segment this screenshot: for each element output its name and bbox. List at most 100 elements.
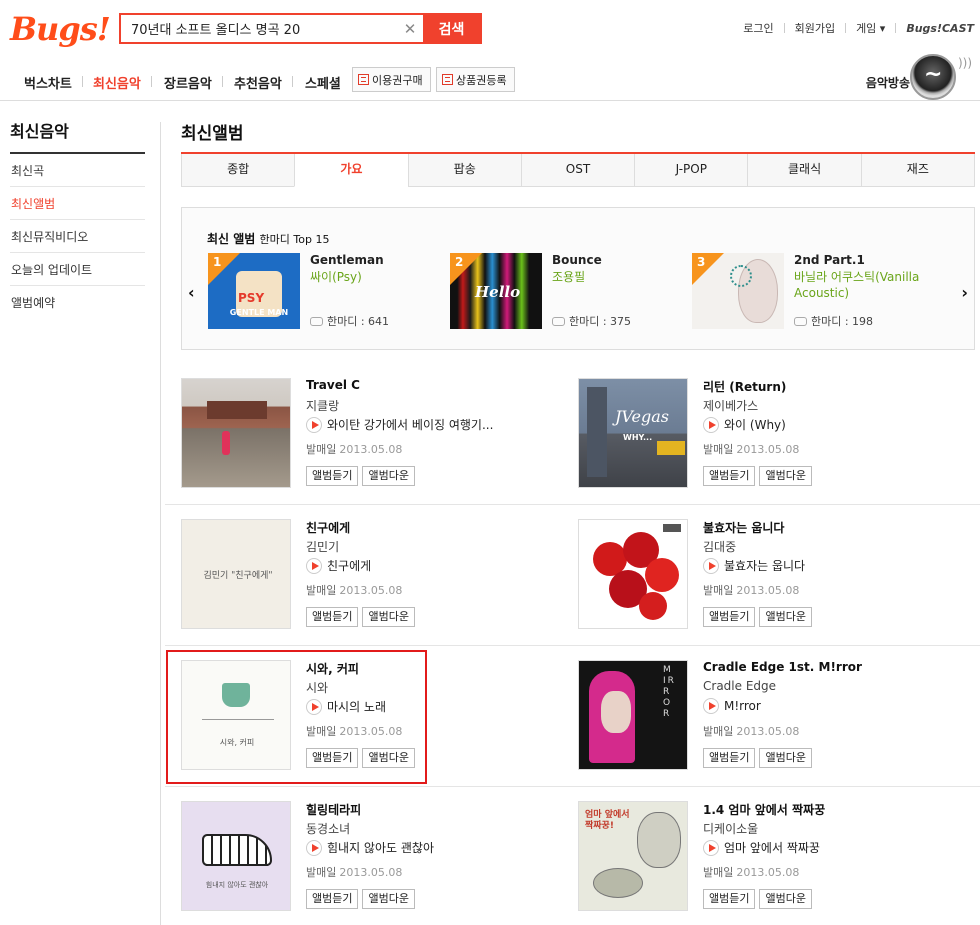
album-cover[interactable]: 힘내지 않아도 괜찮아 xyxy=(181,801,291,911)
top15-item[interactable]: 3 2nd Part.1 바닐라 어쿠스틱(Vanilla Acoustic) … xyxy=(692,253,922,329)
album-title[interactable]: Gentleman xyxy=(310,253,384,267)
tab-classical[interactable]: 클래식 xyxy=(747,154,861,187)
album-download-button[interactable]: 앨범다운 xyxy=(759,889,812,909)
album-download-button[interactable]: 앨범다운 xyxy=(759,466,812,486)
album-artist[interactable]: 동경소녀 xyxy=(306,820,350,837)
album-title[interactable]: 1.4 엄마 앞에서 짝짜꿍 xyxy=(703,801,825,818)
nav-item-new-music[interactable]: 최신음악 xyxy=(93,73,141,92)
track-title[interactable]: 친구에게 xyxy=(327,557,371,574)
top15-item[interactable]: Hello 2 Bounce 조용필 한마디 : 375 xyxy=(450,253,680,329)
album-title[interactable]: Bounce xyxy=(552,253,602,267)
buy-pass-button[interactable]: 이용권구매 xyxy=(352,67,431,92)
comment-count[interactable]: 한마디 : 375 xyxy=(552,313,631,329)
album-cover[interactable]: 김민기 "친구에게" xyxy=(181,519,291,629)
top15-item[interactable]: PSY GENTLE MAN 1 Gentleman 싸이(Psy) 한마디 :… xyxy=(208,253,438,329)
album-title[interactable]: Travel C xyxy=(306,378,360,392)
album-title[interactable]: Cradle Edge 1st. M!rror xyxy=(703,660,862,674)
album-cover[interactable]: PSY GENTLE MAN 1 xyxy=(208,253,300,329)
tab-all[interactable]: 종합 xyxy=(181,154,295,187)
album-artist[interactable]: 제이베가스 xyxy=(703,397,758,414)
search-input[interactable] xyxy=(121,15,397,42)
play-icon[interactable] xyxy=(703,416,719,433)
album-cover[interactable]: Hello 2 xyxy=(450,253,542,329)
album-download-button[interactable]: 앨범다운 xyxy=(362,889,415,909)
album-artist[interactable]: 김대중 xyxy=(703,538,736,555)
sidebar-item-today-update[interactable]: 오늘의 업데이트 xyxy=(10,253,145,286)
album-listen-button[interactable]: 앨범듣기 xyxy=(306,607,359,627)
bugscast-link[interactable]: Bugs!CAST xyxy=(906,22,974,35)
album-artist[interactable]: 김민기 xyxy=(306,538,339,555)
tab-ost[interactable]: OST xyxy=(520,154,635,187)
album-artist[interactable]: Cradle Edge xyxy=(703,679,776,693)
tab-kpop[interactable]: 가요 xyxy=(294,154,408,187)
tab-pop[interactable]: 팝송 xyxy=(407,154,521,187)
nav-item-special[interactable]: 스페셜 xyxy=(305,73,341,92)
album-listen-button[interactable]: 앨범듣기 xyxy=(703,466,756,486)
album-title[interactable]: 2nd Part.1 xyxy=(794,253,865,267)
login-link[interactable]: 로그인 xyxy=(743,20,773,36)
nav-item-genre[interactable]: 장르음악 xyxy=(164,73,212,92)
track-title[interactable]: M!rror xyxy=(724,699,761,713)
album-artist[interactable]: 바닐라 어쿠스틱(Vanilla Acoustic) xyxy=(794,269,929,301)
track-title[interactable]: 와이탄 강가에서 베이징 여행기... xyxy=(327,416,493,433)
radio-label[interactable]: 음악방송 xyxy=(866,74,910,91)
play-icon[interactable] xyxy=(703,698,719,714)
play-icon[interactable] xyxy=(306,839,322,856)
sidebar-item-new-mv[interactable]: 최신뮤직비디오 xyxy=(10,220,145,253)
track-play[interactable]: M!rror xyxy=(703,698,761,714)
track-play[interactable]: 친구에게 xyxy=(306,557,371,574)
album-cover[interactable] xyxy=(578,519,688,629)
album-download-button[interactable]: 앨범다운 xyxy=(362,466,415,486)
album-title[interactable]: 친구에게 xyxy=(306,519,350,536)
album-title[interactable]: 리턴 (Return) xyxy=(703,378,786,395)
play-icon[interactable] xyxy=(703,557,719,574)
tab-jazz[interactable]: 재즈 xyxy=(860,154,975,187)
play-icon[interactable] xyxy=(703,839,719,856)
album-listen-button[interactable]: 앨범듣기 xyxy=(703,607,756,627)
album-listen-button[interactable]: 앨범듣기 xyxy=(703,889,756,909)
album-artist[interactable]: 지클랑 xyxy=(306,397,339,414)
gift-card-button[interactable]: 상품권등록 xyxy=(436,67,515,92)
sidebar-item-new-songs[interactable]: 최신곡 xyxy=(10,154,145,187)
album-cover[interactable]: JVegas WHY... xyxy=(578,378,688,488)
signup-link[interactable]: 회원가입 xyxy=(795,20,835,36)
album-listen-button[interactable]: 앨범듣기 xyxy=(306,889,359,909)
album-listen-button[interactable]: 앨범듣기 xyxy=(306,466,359,486)
album-artist[interactable]: 싸이(Psy) xyxy=(310,269,445,285)
sidebar-item-new-albums[interactable]: 최신앨범 xyxy=(10,187,145,220)
track-title[interactable]: 불효자는 웁니다 xyxy=(724,557,805,574)
track-title[interactable]: 와이 (Why) xyxy=(724,416,786,433)
album-cover[interactable]: 엄마 앞에서 짝짜꿍! xyxy=(578,801,688,911)
track-play[interactable]: 엄마 앞에서 짝짜꿍 xyxy=(703,839,820,856)
radio-icon[interactable] xyxy=(910,54,956,100)
track-play[interactable]: 와이탄 강가에서 베이징 여행기... xyxy=(306,416,493,433)
album-listen-button[interactable]: 앨범듣기 xyxy=(703,748,756,768)
album-cover[interactable]: MIRROR xyxy=(578,660,688,770)
sidebar-item-album-reserve[interactable]: 앨범예약 xyxy=(10,286,145,318)
album-download-button[interactable]: 앨범다운 xyxy=(362,607,415,627)
play-icon[interactable] xyxy=(306,416,322,433)
album-download-button[interactable]: 앨범다운 xyxy=(759,748,812,768)
track-play[interactable]: 와이 (Why) xyxy=(703,416,786,433)
track-play[interactable]: 힘내지 않아도 괜찮아 xyxy=(306,839,434,856)
track-play[interactable]: 불효자는 웁니다 xyxy=(703,557,805,574)
album-download-button[interactable]: 앨범다운 xyxy=(759,607,812,627)
nav-item-chart[interactable]: 벅스차트 xyxy=(24,73,72,92)
album-artist[interactable]: 디케이소울 xyxy=(703,820,758,837)
track-title[interactable]: 힘내지 않아도 괜찮아 xyxy=(327,839,434,856)
album-artist[interactable]: 조용필 xyxy=(552,269,687,285)
nav-item-recommend[interactable]: 추천음악 xyxy=(234,73,282,92)
carousel-prev-icon[interactable]: ‹ xyxy=(188,283,195,302)
track-title[interactable]: 엄마 앞에서 짝짜꿍 xyxy=(724,839,820,856)
search-button[interactable]: 검색 xyxy=(423,15,480,42)
album-title[interactable]: 힐링테라피 xyxy=(306,801,361,818)
carousel-next-icon[interactable]: › xyxy=(961,283,968,302)
clear-icon[interactable]: ✕ xyxy=(397,15,423,42)
album-title[interactable]: 불효자는 웁니다 xyxy=(703,519,784,536)
tab-jpop[interactable]: J-POP xyxy=(634,154,748,187)
comment-count[interactable]: 한마디 : 198 xyxy=(794,313,873,329)
play-icon[interactable] xyxy=(306,557,322,574)
comment-count[interactable]: 한마디 : 641 xyxy=(310,313,389,329)
bugs-logo[interactable]: Bugs! xyxy=(10,10,111,48)
game-menu[interactable]: 게임 ▾ xyxy=(856,20,885,36)
